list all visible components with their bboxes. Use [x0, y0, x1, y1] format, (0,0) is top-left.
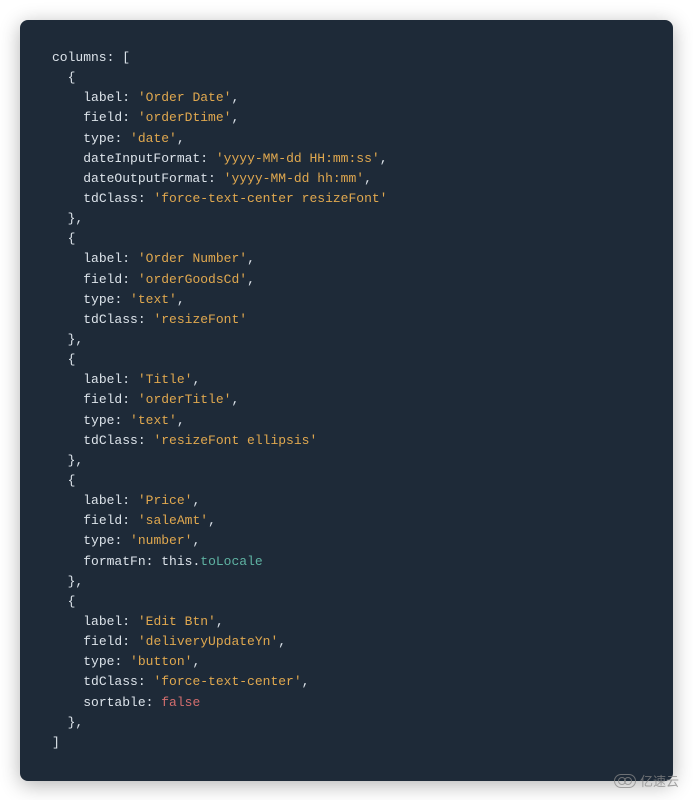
code-block: columns: [ { label: 'Order Date', field:…: [20, 20, 673, 781]
watermark-text: 亿速云: [640, 771, 679, 790]
watermark: 亿速云: [614, 771, 679, 790]
watermark-icon: [614, 774, 636, 788]
